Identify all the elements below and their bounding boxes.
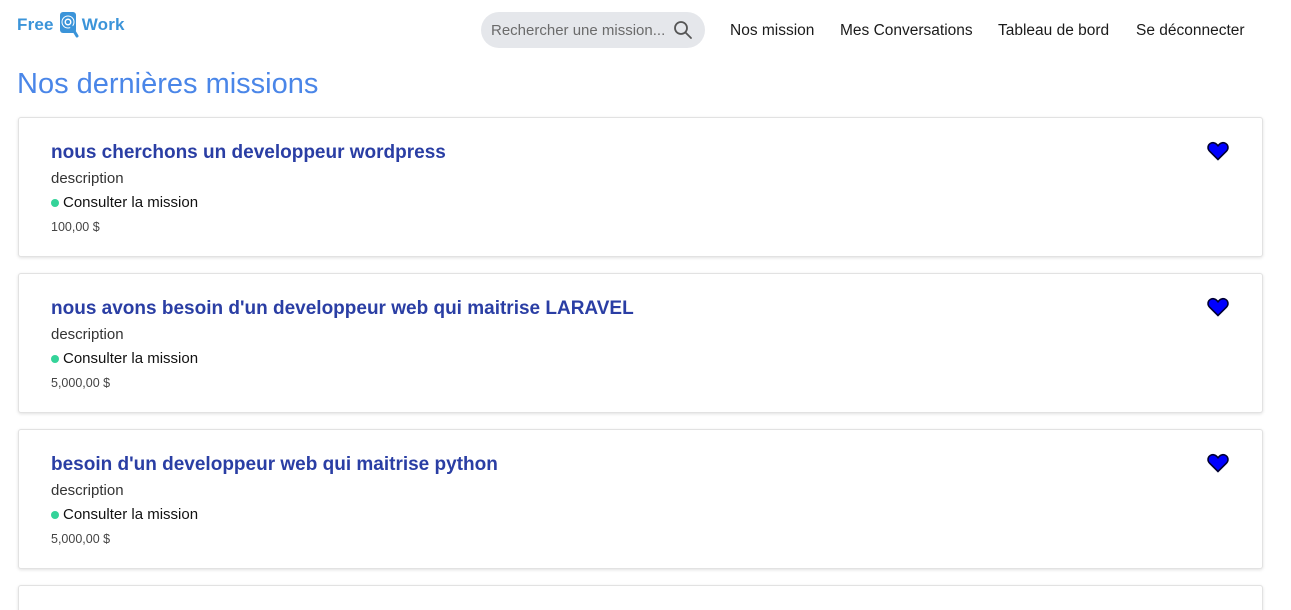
heart-icon[interactable]: [1207, 297, 1229, 317]
search-input[interactable]: [491, 12, 671, 48]
heart-icon[interactable]: [1207, 141, 1229, 161]
mission-description: description: [51, 482, 124, 499]
mission-card-partial: [18, 585, 1263, 610]
mission-description: description: [51, 326, 124, 343]
mission-price: 5,000,00 $: [51, 376, 111, 390]
search-box: [481, 12, 705, 48]
mission-card: nous cherchons un developpeur wordpress …: [18, 117, 1263, 257]
heart-icon[interactable]: [1207, 453, 1229, 473]
status-dot-icon: [51, 198, 59, 207]
brand-logo[interactable]: Free Work: [17, 10, 125, 40]
search-icon[interactable]: [673, 20, 693, 40]
top-navbar: Free Work Nos mission Mes Convers: [0, 0, 1291, 62]
mission-title[interactable]: besoin d'un developpeur web qui maitrise…: [51, 454, 498, 476]
magnifier-logo-icon: [56, 11, 80, 39]
nav-link-tableau-de-bord[interactable]: Tableau de bord: [998, 20, 1109, 42]
mission-card: besoin d'un developpeur web qui maitrise…: [18, 429, 1263, 569]
mission-title[interactable]: nous cherchons un developpeur wordpress: [51, 142, 446, 164]
consult-mission-label: Consulter la mission: [63, 194, 199, 211]
consult-mission-label: Consulter la mission: [63, 350, 199, 367]
nav-link-mes-conversations[interactable]: Mes Conversations: [840, 20, 973, 42]
page: Free Work Nos mission Mes Convers: [0, 0, 1291, 610]
mission-price: 5,000,00 $: [51, 532, 111, 546]
mission-card: nous avons besoin d'un developpeur web q…: [18, 273, 1263, 413]
status-dot-icon: [51, 354, 59, 363]
nav-link-se-deconnecter[interactable]: Se déconnecter: [1136, 20, 1245, 42]
mission-price: 100,00 $: [51, 220, 100, 234]
mission-title[interactable]: nous avons besoin d'un developpeur web q…: [51, 298, 634, 320]
mission-description: description: [51, 170, 124, 187]
logo-text-right: Work: [81, 15, 125, 34]
consult-mission-link[interactable]: Consulter la mission: [51, 506, 198, 523]
consult-mission-link[interactable]: Consulter la mission: [51, 194, 198, 211]
page-title: Nos dernières missions: [17, 68, 319, 100]
nav-link-nos-mission[interactable]: Nos mission: [730, 20, 814, 42]
logo-text-left: Free: [17, 15, 54, 34]
status-dot-icon: [51, 510, 59, 519]
consult-mission-link[interactable]: Consulter la mission: [51, 350, 198, 367]
consult-mission-label: Consulter la mission: [63, 506, 199, 523]
